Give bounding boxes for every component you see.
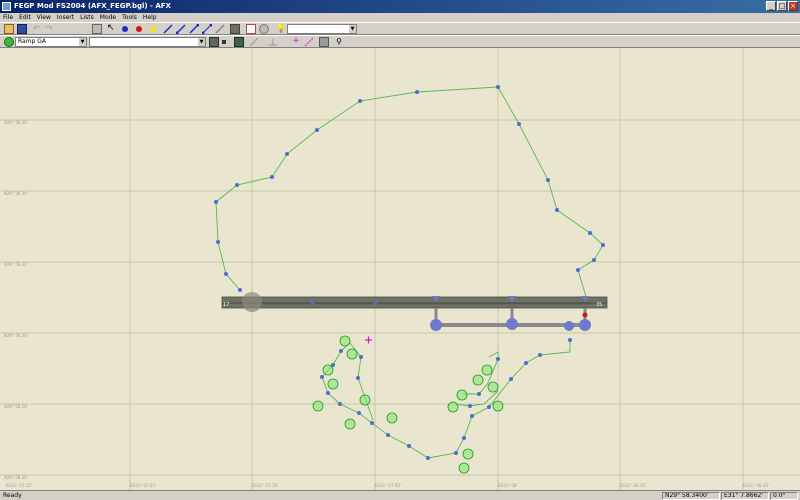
runway-end-label: 35 — [596, 302, 602, 308]
lat-label: N29° 58.34' — [4, 191, 28, 196]
red-node-icon[interactable] — [136, 26, 142, 32]
runway-tool-icon[interactable] — [230, 24, 240, 34]
yellow-node-icon[interactable] — [150, 26, 156, 32]
menu-insert[interactable]: Insert — [54, 13, 77, 22]
chevron-down-icon: ▼ — [198, 38, 205, 46]
center-line-icon[interactable] — [268, 37, 278, 47]
jetway-icon[interactable] — [304, 37, 314, 47]
menu-view[interactable]: View — [34, 13, 54, 22]
latitude-readout: N29° 58.3400' — [662, 492, 720, 500]
layer-select[interactable]: ▼ — [287, 24, 357, 34]
grid-tool-icon[interactable] — [92, 24, 102, 34]
lat-label: N29° 58.26' — [4, 475, 28, 480]
bulb-icon[interactable]: 💡 — [276, 24, 286, 34]
airport-map[interactable]: N29° 58.36' N29° 58.34' N29° 58.32' N29°… — [0, 48, 800, 490]
menu-mode[interactable]: Mode — [97, 13, 119, 22]
vehicle-path-icon[interactable] — [215, 24, 225, 34]
lon-label: E031° 08.16' — [620, 483, 646, 488]
lon-label: E031° 08.29' — [743, 483, 769, 488]
runway[interactable]: 17 35 — [221, 292, 608, 312]
menu-tools[interactable]: Tools — [119, 13, 140, 22]
lon-label: E031° 08' — [498, 483, 518, 488]
title-bar: FEGP Mod FS2004 (AFX_FEGP.bgl) - AFX _ □… — [0, 0, 800, 13]
perimeter-taxi-path[interactable] — [215, 86, 604, 301]
longitude-readout: E31° 7.8662' — [721, 492, 769, 500]
parking-type-value: Ramp GA — [18, 38, 47, 45]
runway-threshold-node[interactable] — [242, 292, 262, 312]
chevron-down-icon: ▼ — [79, 38, 86, 46]
lat-label: N29° 58.30' — [4, 333, 28, 338]
main-toolbar: ↶ ↷ ↖ 💡 ▼ — [0, 22, 800, 35]
taxi-path-icon[interactable] — [176, 24, 186, 34]
app-icon — [2, 2, 11, 11]
minimize-button[interactable]: _ — [766, 1, 776, 11]
heading-readout: 0.0° — [770, 492, 798, 500]
link-tool-icon[interactable] — [163, 24, 173, 34]
runway-end-label: 17 — [223, 302, 229, 308]
building-tool-icon[interactable] — [319, 37, 329, 47]
undo-icon[interactable]: ↶ — [33, 24, 43, 34]
maximize-button[interactable]: □ — [777, 1, 787, 11]
status-ready: Ready — [3, 492, 22, 499]
parking-type-select[interactable]: Ramp GA ▼ — [15, 37, 87, 47]
lon-label: E031° 07.65' — [130, 483, 156, 488]
open-icon[interactable] — [4, 24, 14, 34]
lat-label: N29° 58.32' — [4, 262, 28, 267]
lon-label: E031° 07.78' — [252, 483, 278, 488]
lat-label: N29° 58.28' — [4, 404, 28, 409]
secondary-select[interactable]: ▼ — [89, 37, 206, 47]
start-position-marker[interactable] — [365, 336, 372, 344]
blue-node-icon[interactable] — [122, 26, 128, 32]
map-canvas[interactable]: N29° 58.36' N29° 58.34' N29° 58.32' N29°… — [0, 48, 800, 490]
menu-file[interactable]: File — [0, 13, 16, 22]
runway-path-icon[interactable] — [189, 24, 199, 34]
secondary-toolbar: Ramp GA ▼ ▼ + ⚲ — [0, 35, 800, 48]
redo-icon[interactable]: ↷ — [46, 24, 56, 34]
status-bar: Ready N29° 58.3400' E31° 7.8662' 0.0° — [0, 490, 800, 500]
path-link-icon[interactable] — [202, 24, 212, 34]
save-icon[interactable] — [17, 24, 27, 34]
fill-tool-icon[interactable] — [234, 37, 244, 47]
pointer-tool-icon[interactable]: ↖ — [107, 24, 117, 34]
menu-edit[interactable]: Edit — [16, 13, 34, 22]
boundary-tool-icon[interactable] — [246, 24, 256, 34]
menu-lists[interactable]: Lists — [77, 13, 97, 22]
menu-bar: File Edit View Insert Lists Mode Tools Help — [0, 13, 800, 22]
apron-tool-icon[interactable] — [209, 37, 219, 47]
close-button[interactable]: × — [788, 1, 798, 11]
grid-lines — [0, 48, 800, 490]
start-point-icon[interactable]: + — [291, 37, 301, 47]
lon-label: E031° 07.52' — [6, 483, 32, 488]
menu-help[interactable]: Help — [140, 13, 160, 22]
windsock-icon[interactable]: ⚲ — [334, 37, 344, 47]
parking-status-icon[interactable] — [4, 37, 14, 47]
lon-label: E031° 07.90' — [375, 483, 401, 488]
edge-line-icon[interactable] — [249, 37, 259, 47]
lat-label: N29° 58.36' — [4, 120, 28, 125]
circle-tool-icon[interactable] — [259, 24, 269, 34]
point-tool-icon[interactable] — [222, 40, 226, 44]
window-title: FEGP Mod FS2004 (AFX_FEGP.bgl) - AFX — [14, 2, 171, 10]
chevron-down-icon: ▼ — [349, 25, 356, 33]
